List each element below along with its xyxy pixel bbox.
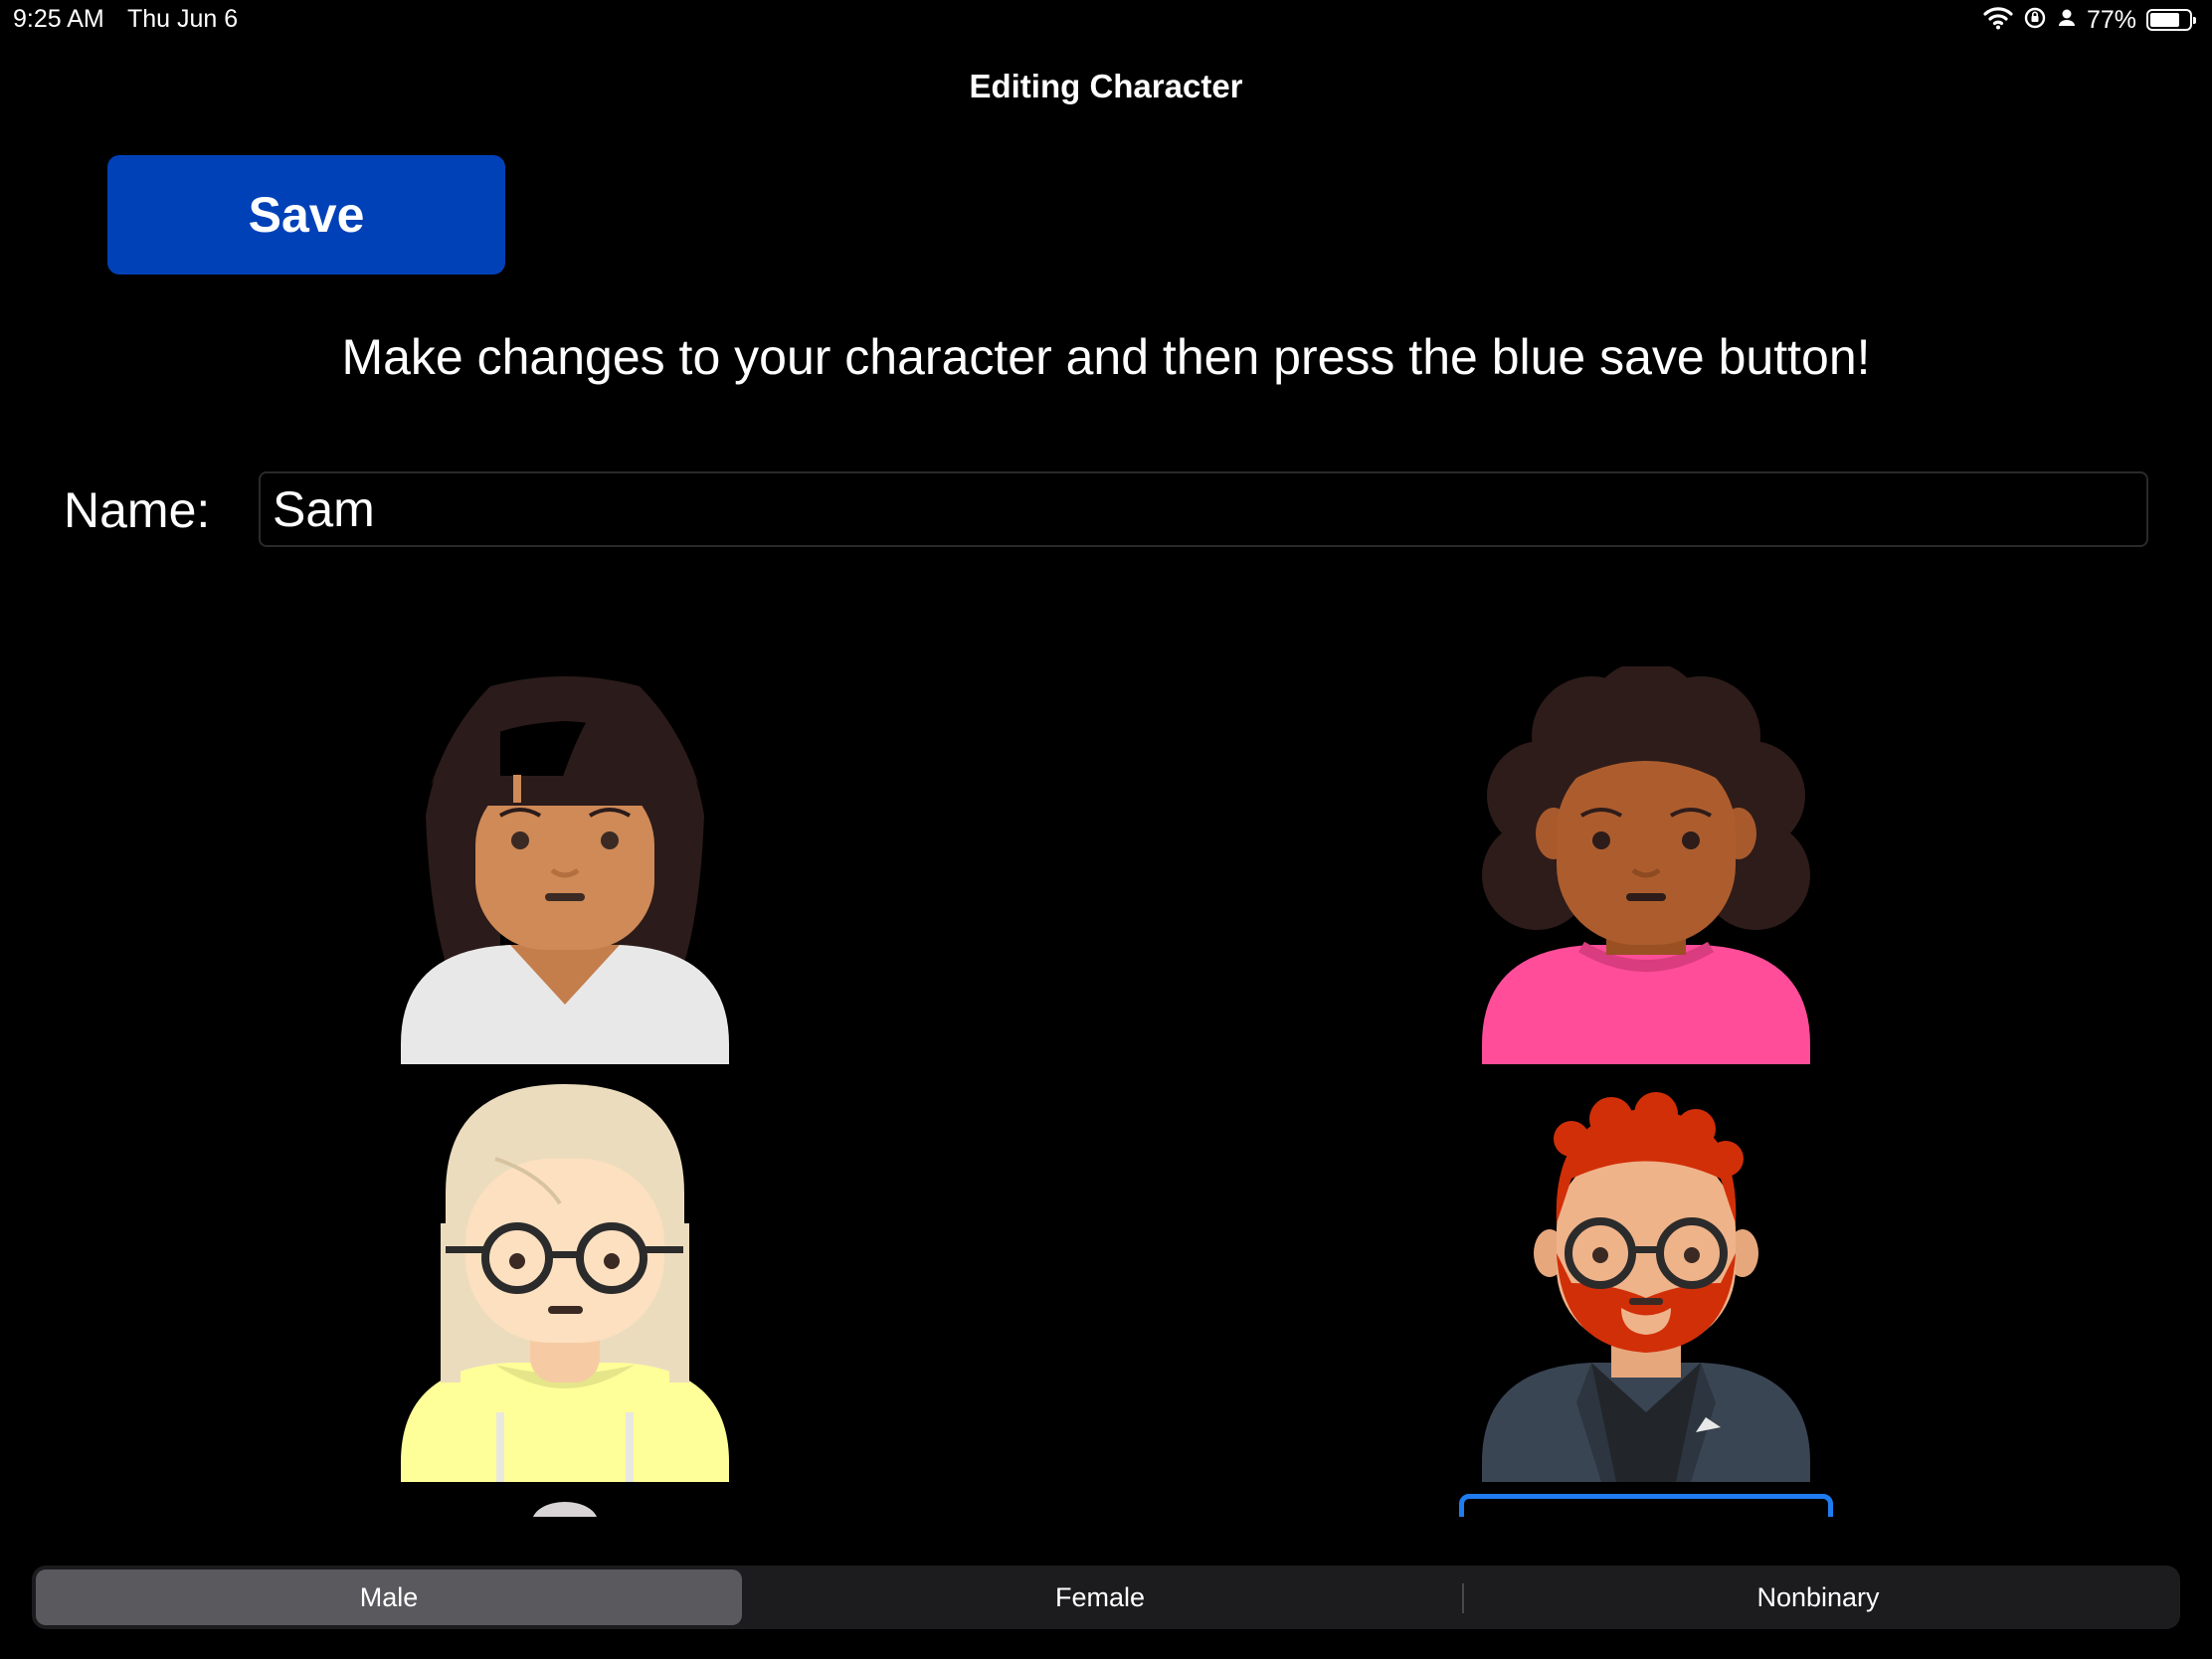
page-title: Editing Character [969, 68, 1243, 104]
segment-male[interactable]: Male [36, 1569, 742, 1625]
status-time: 9:25 AM [13, 5, 104, 33]
segment-nonbinary[interactable]: Nonbinary [1460, 1569, 2176, 1625]
selected-avatar-outline[interactable] [1459, 1494, 1833, 1517]
instructions-text: Make changes to your character and then … [341, 329, 1871, 385]
avatar-grid[interactable] [0, 656, 2212, 1517]
orientation-lock-icon [2023, 6, 2047, 35]
name-input[interactable] [259, 471, 2148, 547]
battery-percentage: 77% [2086, 5, 2136, 34]
person-icon [2057, 6, 2077, 35]
battery-fill [2150, 13, 2180, 27]
status-icons: 77% [1983, 4, 2196, 36]
status-date: Thu Jun 6 [127, 5, 239, 33]
avatar-straight-dark-hair-white-shirt[interactable] [401, 666, 729, 1064]
status-bar: 9:25 AM Thu Jun 6 77% [0, 0, 2212, 40]
avatar-blonde-glasses-yellow-hoodie[interactable] [401, 1084, 729, 1482]
segment-female[interactable]: Female [742, 1569, 1458, 1625]
wifi-icon [1983, 6, 2013, 35]
battery-icon [2146, 9, 2196, 31]
gender-segmented-control[interactable]: Male Female Nonbinary [32, 1566, 2180, 1629]
avatar-red-beard-glasses-blazer[interactable] [1482, 1084, 1810, 1482]
avatar-curly-hair-pink-shirt[interactable] [1482, 666, 1810, 1064]
name-label: Name: [64, 482, 211, 538]
save-button[interactable]: Save [107, 155, 505, 275]
avatar-partially-visible[interactable] [532, 1502, 598, 1517]
